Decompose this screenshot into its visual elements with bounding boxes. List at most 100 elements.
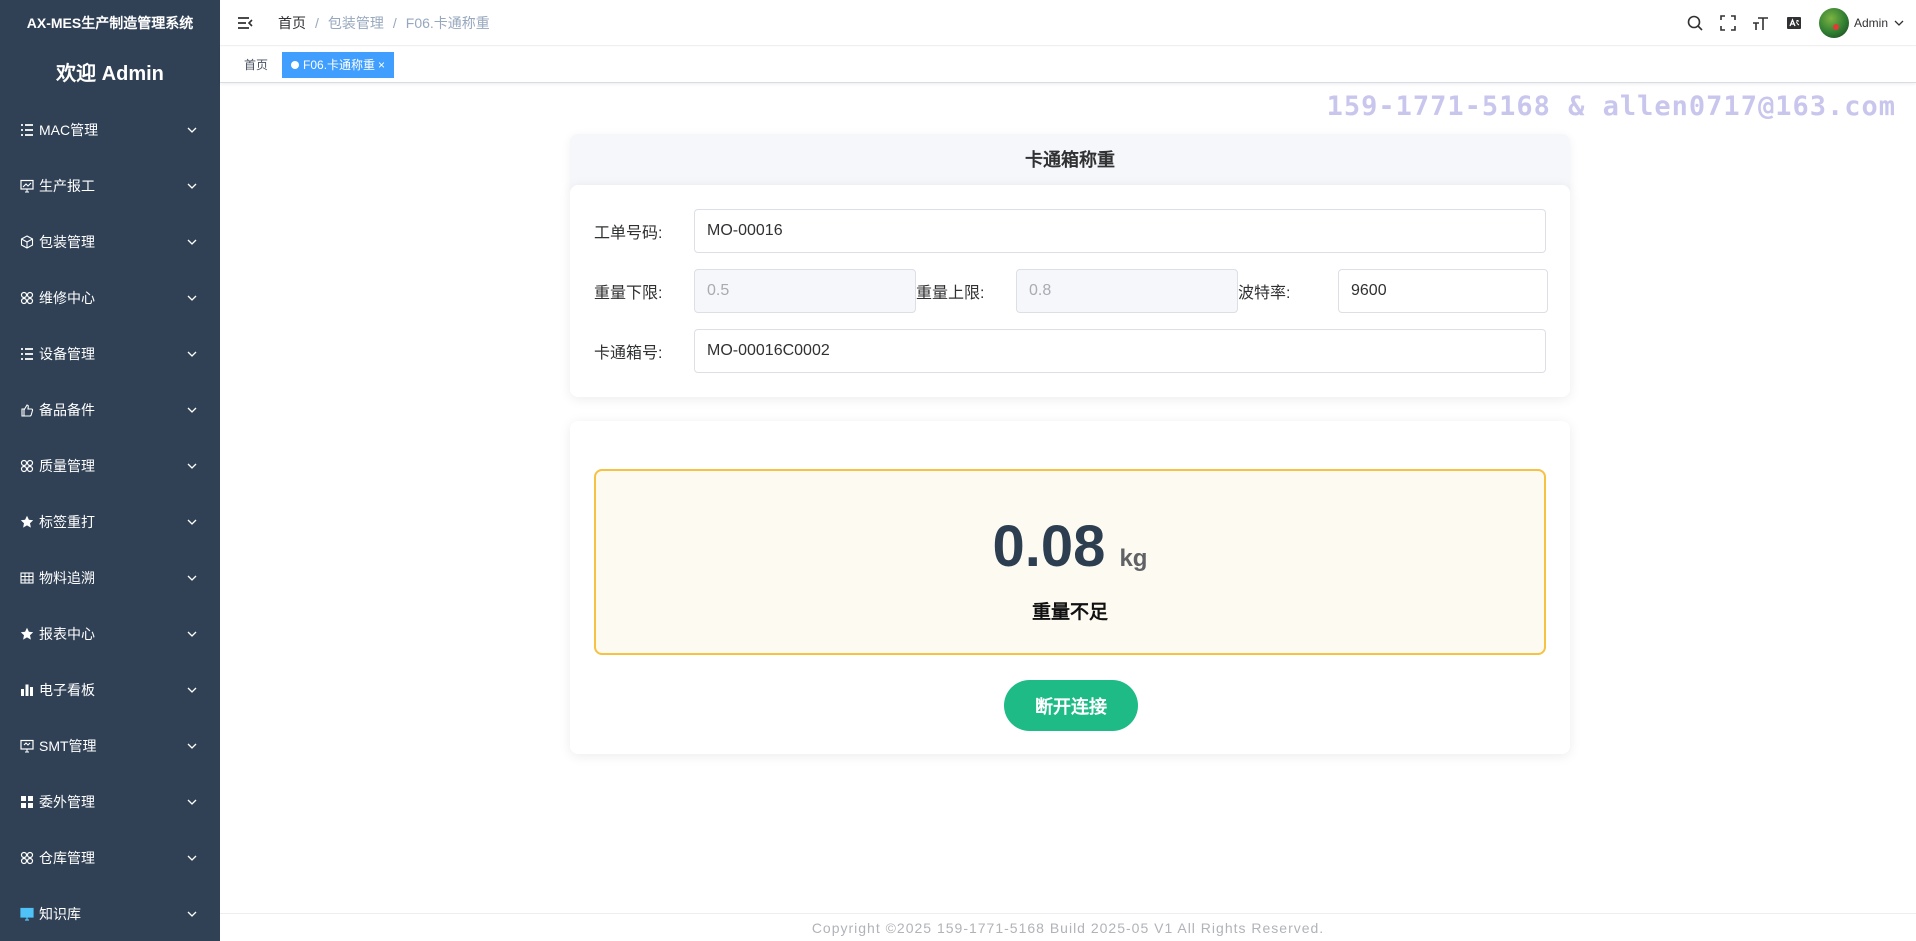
chevron-down-icon [186,180,198,192]
sidebar-item-2[interactable]: 包装管理 [0,214,220,270]
close-icon[interactable]: × [378,53,385,77]
monitor-chart-icon [20,179,34,193]
sidebar-item-label: 知识库 [39,906,81,922]
sidebar-item-label: 报表中心 [39,626,95,642]
work-order-input[interactable] [694,209,1546,253]
weight-display: 0.08 kg 重量不足 [594,469,1546,655]
chevron-down-icon [186,292,198,304]
form-card: 工单号码: 重量下限: 重量上限: 波特率: 卡通箱号: [570,185,1570,397]
chevron-down-icon [186,404,198,416]
box-icon [20,235,34,249]
chevron-down-icon [186,460,198,472]
hamburger-icon[interactable] [236,14,254,32]
sidebar-item-12[interactable]: 委外管理 [0,774,220,830]
sidebar-item-label: 电子看板 [39,682,95,698]
chevron-down-icon [186,796,198,808]
system-title: AX-MES生产制造管理系统 [26,15,194,31]
navbar: 首页 / 包装管理 / F06.卡通称重 Admin [220,0,1916,46]
breadcrumb-home[interactable]: 首页 [278,13,306,33]
sidebar-item-label: 包装管理 [39,234,95,250]
tag-home[interactable]: 首页 [235,51,278,78]
admin-name[interactable]: Admin [1854,16,1888,30]
chevron-down-icon [186,908,198,920]
sidebar-item-9[interactable]: 报表中心 [0,606,220,662]
tag-carton-weighing[interactable]: F06.卡通称重 × [282,51,395,78]
star-icon [20,515,34,529]
weight-status: 重量不足 [1031,602,1108,623]
disconnect-button[interactable]: 断开连接 [1004,680,1138,731]
chevron-down-icon [186,740,198,752]
sidebar-item-label: MAC管理 [39,122,99,138]
sidebar-item-label: 质量管理 [39,458,95,474]
weight-upper-label: 重量上限: [916,285,985,302]
sidebar-item-6[interactable]: 质量管理 [0,438,220,494]
carton-input[interactable] [694,329,1546,373]
hand-icon [20,403,34,417]
sidebar-item-13[interactable]: 仓库管理 [0,830,220,886]
chevron-down-icon [186,348,198,360]
sidebar-item-1[interactable]: 生产报工 [0,158,220,214]
sidebar-item-label: 设备管理 [39,346,95,362]
monitor-icon [20,739,34,753]
carton-label: 卡通箱号: [594,345,663,362]
font-size-icon[interactable] [1752,14,1770,32]
carton-row: 卡通箱号: [594,329,1546,373]
translate-icon[interactable] [1785,14,1803,32]
list-icon [20,123,34,137]
weight-lower-input [694,269,916,313]
weight-card: 0.08 kg 重量不足 断开连接 [570,421,1570,754]
fullscreen-icon[interactable] [1719,14,1737,32]
search-icon[interactable] [1686,14,1704,32]
welcome-text: 欢迎 Admin [56,63,164,85]
breadcrumb: 首页 / 包装管理 / F06.卡通称重 [278,13,490,33]
weight-lower-label: 重量下限: [594,285,663,302]
weight-upper-input [1016,269,1238,313]
tags-view: 首页 F06.卡通称重 × 159-1771-5168 & allen0717@… [220,47,1916,122]
chevron-down-icon [186,628,198,640]
list-icon [20,347,34,361]
sidebar-item-label: 备品备件 [39,402,95,418]
baud-rate-input[interactable] [1338,269,1548,313]
baud-rate-label: 波特率: [1238,285,1291,302]
bar-chart-icon [20,683,34,697]
chevron-down-icon [186,572,198,584]
apps-icon [20,795,34,809]
grid-flower-icon [20,291,34,305]
grid-flower-icon [20,851,34,865]
chevron-down-icon [186,852,198,864]
breadcrumb-current: F06.卡通称重 [405,14,490,31]
grid-flower-icon [20,459,34,473]
page-title: 卡通箱称重 [570,134,1570,190]
sidebar-item-7[interactable]: 标签重打 [0,494,220,550]
chevron-down-icon [186,236,198,248]
chevron-down-icon [186,124,198,136]
sidebar-item-4[interactable]: 设备管理 [0,326,220,382]
sidebar-item-11[interactable]: SMT管理 [0,718,220,774]
sidebar: AX-MES生产制造管理系统 欢迎 Admin MAC管理生产报工包装管理维修中… [0,0,220,941]
sidebar-item-8[interactable]: 物料追溯 [0,550,220,606]
sidebar-item-label: SMT管理 [39,738,97,754]
work-order-label: 工单号码: [594,225,663,242]
chevron-down-icon [186,516,198,528]
sidebar-item-label: 标签重打 [39,514,95,530]
footer-copyright: Copyright ©2025 159-1771-5168 Build 2025… [220,913,1916,941]
table-icon [20,571,34,585]
weight-value: 0.08 [992,514,1106,579]
sidebar-item-3[interactable]: 维修中心 [0,270,220,326]
weight-limits-row: 重量下限: 重量上限: 波特率: [594,269,1548,313]
avatar[interactable] [1818,8,1849,38]
sidebar-item-10[interactable]: 电子看板 [0,662,220,718]
sidebar-item-0[interactable]: MAC管理 [0,102,220,158]
breadcrumb-packaging[interactable]: 包装管理 [328,13,384,33]
weight-unit: kg [1119,545,1148,572]
sidebar-item-label: 仓库管理 [39,850,95,866]
active-dot-icon [291,60,300,69]
sidebar-item-5[interactable]: 备品备件 [0,382,220,438]
monitor-blue-icon [20,907,34,921]
sidebar-item-label: 委外管理 [39,794,95,810]
work-order-row: 工单号码: [594,209,1546,253]
sidebar-item-14[interactable]: 知识库 [0,886,220,941]
main-content: 卡通箱称重 工单号码: 重量下限: 重量上限: 波特率: 卡通箱号: 0.08 k… [220,84,1916,914]
caret-down-icon[interactable] [1894,18,1904,28]
sidebar-item-label: 维修中心 [39,290,95,306]
